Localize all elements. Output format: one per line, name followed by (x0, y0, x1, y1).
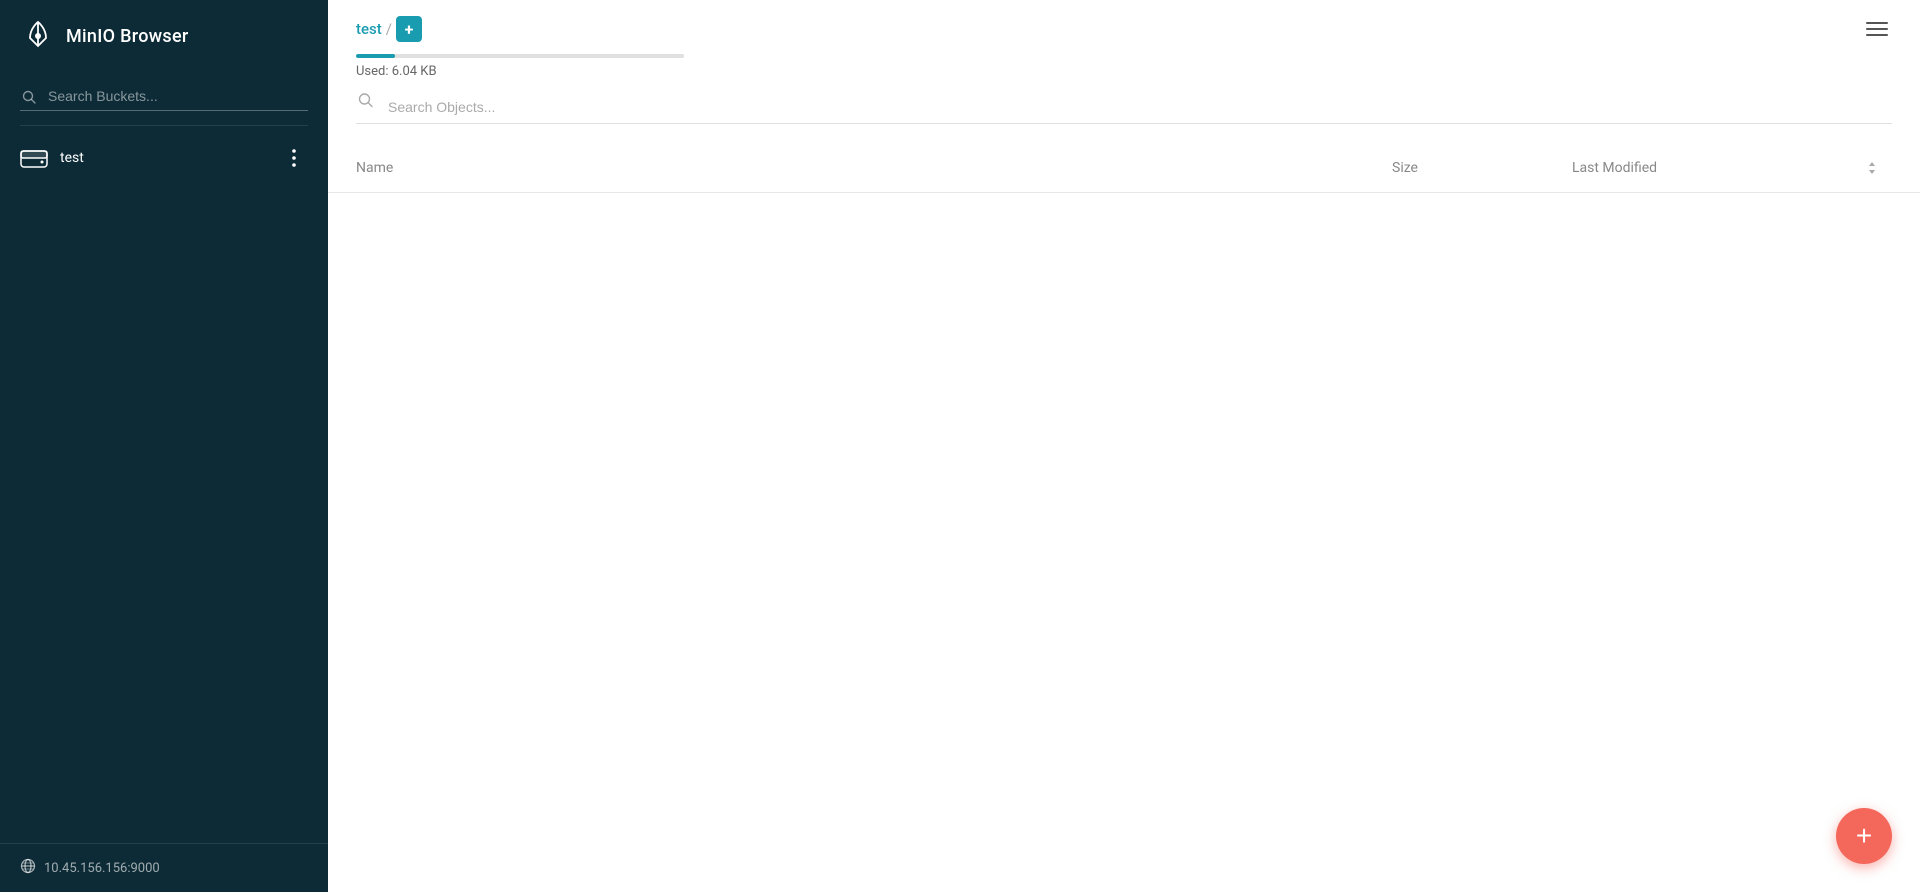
sort-button[interactable] (1852, 160, 1892, 176)
breadcrumb-bucket-link[interactable]: test (356, 20, 382, 38)
main-content: test / + Used: 6.04 KB Name Size Last Mo… (328, 0, 1920, 892)
bucket-search-icon (22, 90, 36, 108)
table-header: Name Size Last Modified (328, 144, 1920, 193)
bucket-item[interactable]: test (0, 132, 328, 184)
sidebar: MinIO Browser test (0, 0, 328, 892)
object-search-input[interactable] (356, 91, 1892, 124)
bucket-search-container (0, 72, 328, 125)
main-menu-button[interactable] (1862, 18, 1892, 40)
storage-bar-container: Used: 6.04 KB (328, 50, 1920, 79)
storage-bar-track (356, 54, 684, 58)
add-folder-button[interactable]: + (396, 16, 422, 42)
bucket-name: test (60, 150, 280, 166)
column-name-header: Name (356, 160, 1392, 176)
table-body (328, 193, 1920, 892)
bucket-search-input[interactable] (20, 82, 308, 111)
object-search-icon (358, 92, 373, 111)
upload-button[interactable]: + (1836, 808, 1892, 864)
storage-used-label: Used: 6.04 KB (356, 64, 1892, 79)
sidebar-header: MinIO Browser (0, 0, 328, 72)
minio-logo-icon (20, 18, 56, 54)
bucket-menu-button[interactable] (280, 144, 308, 172)
object-search-container (328, 79, 1920, 124)
app-title: MinIO Browser (66, 26, 189, 47)
globe-icon (20, 858, 36, 878)
column-last-modified-header: Last Modified (1572, 160, 1852, 176)
breadcrumb: test / + (356, 16, 422, 42)
server-address: 10.45.156.156:9000 (44, 861, 160, 876)
main-header: test / + (328, 0, 1920, 50)
breadcrumb-separator: / (386, 20, 392, 38)
bucket-list: test (0, 126, 328, 843)
sidebar-footer: 10.45.156.156:9000 (0, 843, 328, 892)
bucket-drive-icon (20, 147, 48, 169)
column-size-header: Size (1392, 160, 1572, 176)
storage-bar-fill (356, 54, 395, 58)
